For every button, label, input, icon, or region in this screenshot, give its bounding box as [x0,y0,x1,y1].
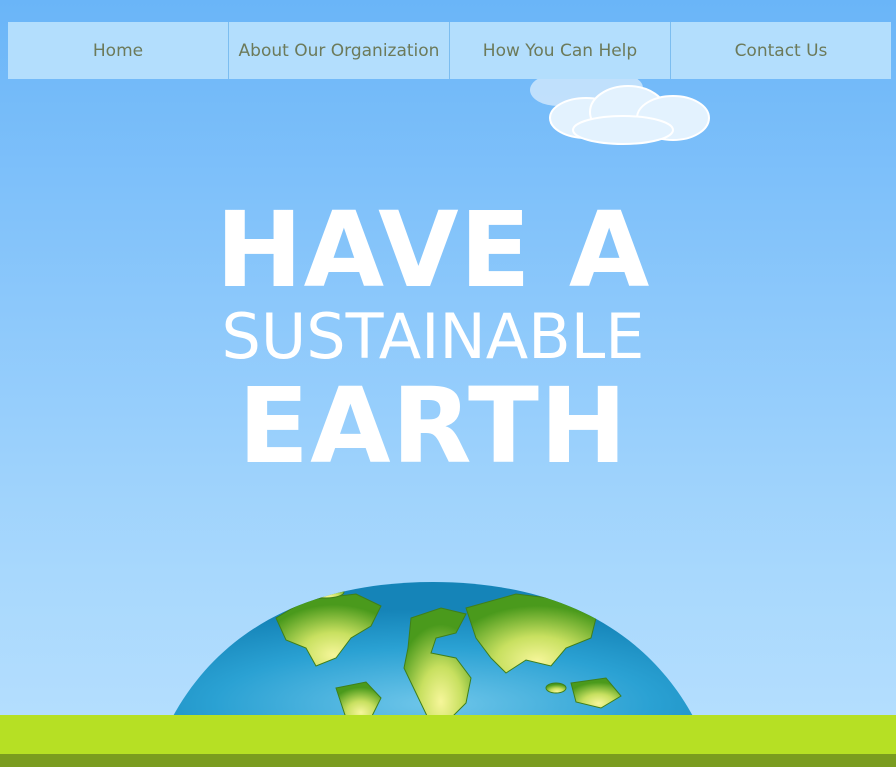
main-navigation: Home About Our Organization How You Can … [8,22,891,79]
hero-line-have-a: HAVE A [215,189,651,311]
soil-strip [0,754,896,767]
hero-line-earth: EARTH [238,365,628,487]
grass-ground [0,715,896,754]
nav-home[interactable]: Home [8,22,229,79]
nav-about-our-organization[interactable]: About Our Organization [229,22,450,79]
nav-how-you-can-help[interactable]: How You Can Help [450,22,671,79]
earth-globe-icon [172,582,694,718]
hero-line-sustainable: SUSTAINABLE [221,300,645,373]
nav-contact-us[interactable]: Contact Us [671,22,891,79]
